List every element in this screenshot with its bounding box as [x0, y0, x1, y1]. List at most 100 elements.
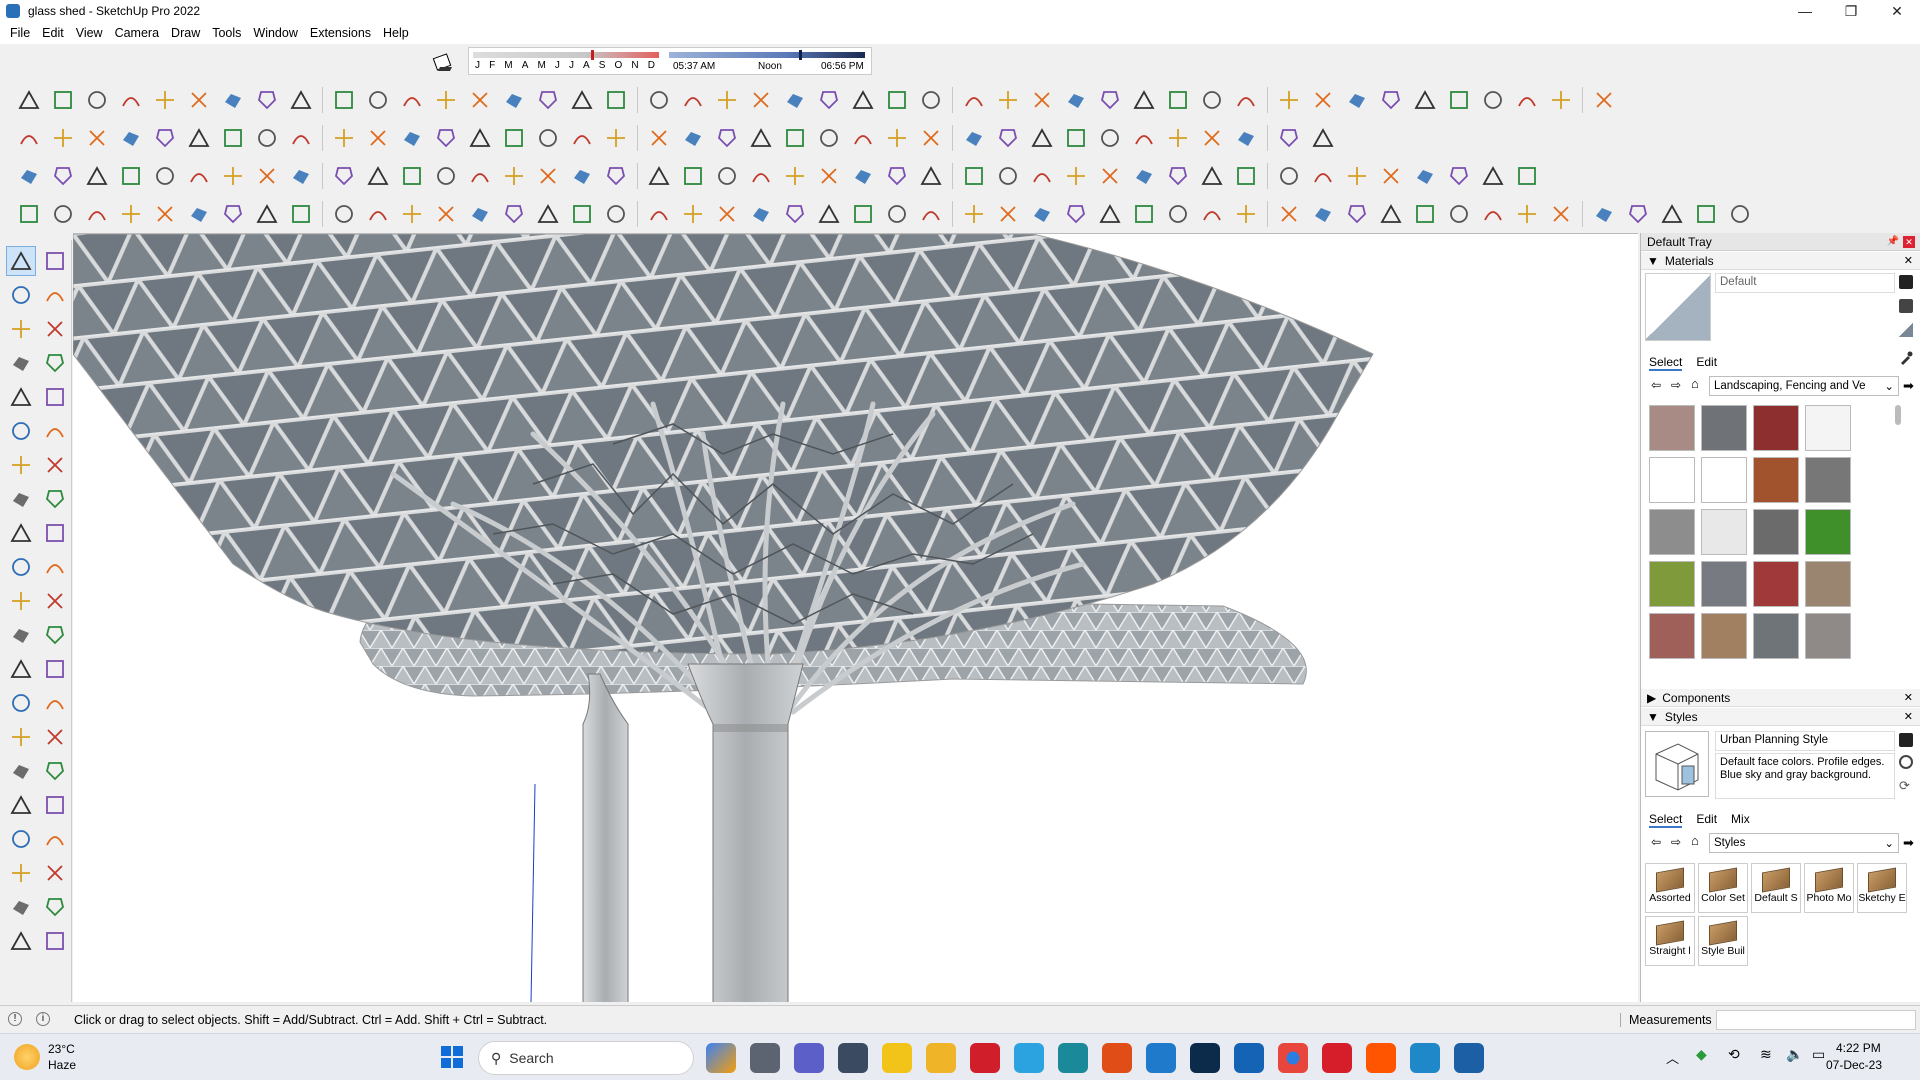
sphere-tool-icon[interactable] [531, 199, 565, 229]
gear-tool-icon[interactable] [1408, 85, 1442, 115]
material-swatch[interactable] [1701, 509, 1747, 555]
section-plane-icon[interactable] [40, 858, 70, 888]
cut-tool-icon[interactable] [114, 85, 148, 115]
style-lock-icon[interactable] [1899, 733, 1913, 747]
cube-tool-icon[interactable] [284, 161, 318, 191]
slice-tool-icon[interactable] [182, 161, 216, 191]
maximize-button[interactable]: ❐ [1828, 0, 1874, 22]
pencil-tool-icon[interactable] [1229, 123, 1263, 153]
mesh-tool-icon[interactable] [846, 199, 880, 229]
fillet-tool-icon[interactable] [216, 199, 250, 229]
slice-tool-icon[interactable] [1408, 161, 1442, 191]
shape-tool-icon[interactable] [1442, 85, 1476, 115]
shape-tool-icon[interactable] [812, 85, 846, 115]
extrude-tool-icon[interactable] [1723, 199, 1757, 229]
arc-tool-icon[interactable] [1272, 123, 1306, 153]
sandbox-tool-icon[interactable] [1272, 85, 1306, 115]
grid-tool-icon[interactable] [114, 161, 148, 191]
arc-tool-icon[interactable] [429, 123, 463, 153]
style-thumbnail[interactable]: Photo Mo [1804, 863, 1854, 913]
vscode-icon[interactable] [1146, 1043, 1176, 1073]
gear-tool-icon[interactable] [991, 85, 1025, 115]
edge-tool-icon[interactable] [642, 161, 676, 191]
curve-tool-icon[interactable] [46, 85, 80, 115]
curve-tool-icon[interactable] [250, 85, 284, 115]
pencil-tool-icon[interactable] [395, 123, 429, 153]
material-swatch[interactable] [1753, 561, 1799, 607]
styles-details-arrow-icon[interactable]: ➡ [1903, 835, 1914, 851]
sticky-notes-icon[interactable] [882, 1043, 912, 1073]
select-tool-icon[interactable] [46, 123, 80, 153]
zoom-tool-icon[interactable] [284, 123, 318, 153]
grid-tool-icon[interactable] [846, 161, 880, 191]
polygon-icon[interactable] [40, 416, 70, 446]
extrude-tool-icon[interactable] [744, 199, 778, 229]
telegram-icon[interactable] [1014, 1043, 1044, 1073]
slice-tool-icon[interactable] [914, 161, 948, 191]
measurements-input[interactable] [1716, 1010, 1916, 1030]
cut-tool-icon[interactable] [327, 85, 361, 115]
tape-icon[interactable] [6, 654, 36, 684]
two-point-arc-icon[interactable] [6, 484, 36, 514]
walk-icon[interactable] [6, 858, 36, 888]
sandbox-tool-icon[interactable] [1476, 85, 1510, 115]
style-name-field[interactable]: Urban Planning Style [1715, 731, 1895, 751]
text-tool-icon[interactable] [40, 314, 70, 344]
file-explorer-icon[interactable] [926, 1043, 956, 1073]
line-tool-icon[interactable] [80, 161, 114, 191]
grammarly-icon[interactable] [1102, 1043, 1132, 1073]
push-tool-icon[interactable] [497, 123, 531, 153]
taskbar-search-box[interactable]: ⚲ Search [478, 1041, 694, 1075]
cone-tool-icon[interactable] [812, 199, 846, 229]
menu-file[interactable]: File [4, 26, 36, 40]
move-icon[interactable] [6, 518, 36, 548]
sync-icon[interactable]: ⟲ [1728, 1046, 1740, 1063]
cone-tool-icon[interactable] [565, 199, 599, 229]
mesh-tool-icon[interactable] [599, 199, 633, 229]
material-swatch[interactable] [1805, 613, 1851, 659]
look-around-icon[interactable] [40, 824, 70, 854]
zoom-tool-icon[interactable] [12, 123, 46, 153]
materials-close-icon[interactable]: ✕ [1904, 254, 1913, 267]
3d-text-icon[interactable] [40, 688, 70, 718]
materials-library-dropdown[interactable]: Landscaping, Fencing and Ve ⌄ [1709, 376, 1899, 396]
material-swatch[interactable] [1753, 457, 1799, 503]
twist-tool-icon[interactable] [1408, 199, 1442, 229]
shape-tool-icon[interactable] [182, 85, 216, 115]
defender-icon[interactable]: ◆ [1696, 1046, 1707, 1063]
twist-tool-icon[interactable] [914, 199, 948, 229]
gear-tool-icon[interactable] [148, 85, 182, 115]
push-tool-icon[interactable] [216, 123, 250, 153]
eraser-tool-icon[interactable] [80, 123, 114, 153]
material-swatch[interactable] [1805, 457, 1851, 503]
photoshop-icon[interactable] [1190, 1043, 1220, 1073]
sandbox-a-icon[interactable] [40, 892, 70, 922]
eraser-tool-icon[interactable] [914, 123, 948, 153]
sandbox-tool-icon[interactable] [429, 85, 463, 115]
arc-icon[interactable] [6, 450, 36, 480]
swatch-scrollbar[interactable] [1895, 405, 1901, 425]
cut-tool-icon[interactable] [957, 85, 991, 115]
push-pull-icon[interactable] [40, 518, 70, 548]
line-tool-icon[interactable] [565, 161, 599, 191]
volume-icon[interactable]: 🔈 [1786, 1046, 1803, 1063]
curve-tool-icon[interactable] [1510, 85, 1544, 115]
loft-tool-icon[interactable] [148, 199, 182, 229]
box-tool-icon[interactable] [497, 161, 531, 191]
material-swatch[interactable] [1701, 405, 1747, 451]
twist-tool-icon[interactable] [182, 199, 216, 229]
curve-tool-icon[interactable] [676, 85, 710, 115]
styles-tab-mix[interactable]: Mix [1731, 812, 1750, 828]
gear-tool-icon[interactable] [1195, 85, 1229, 115]
cone-tool-icon[interactable] [1059, 199, 1093, 229]
soundcloud-icon[interactable] [1366, 1043, 1396, 1073]
slice-tool-icon[interactable] [1161, 161, 1195, 191]
rotated-rect-icon[interactable] [40, 382, 70, 412]
month-slider-thumb[interactable] [591, 50, 594, 60]
tray-chevron-up-icon[interactable]: ︿ [1666, 1048, 1679, 1067]
fold-tool-icon[interactable] [1195, 161, 1229, 191]
draft-tool-icon[interactable] [1340, 85, 1374, 115]
shape-tool-icon[interactable] [1229, 85, 1263, 115]
menu-view[interactable]: View [70, 26, 109, 40]
loft-tool-icon[interactable] [1621, 199, 1655, 229]
